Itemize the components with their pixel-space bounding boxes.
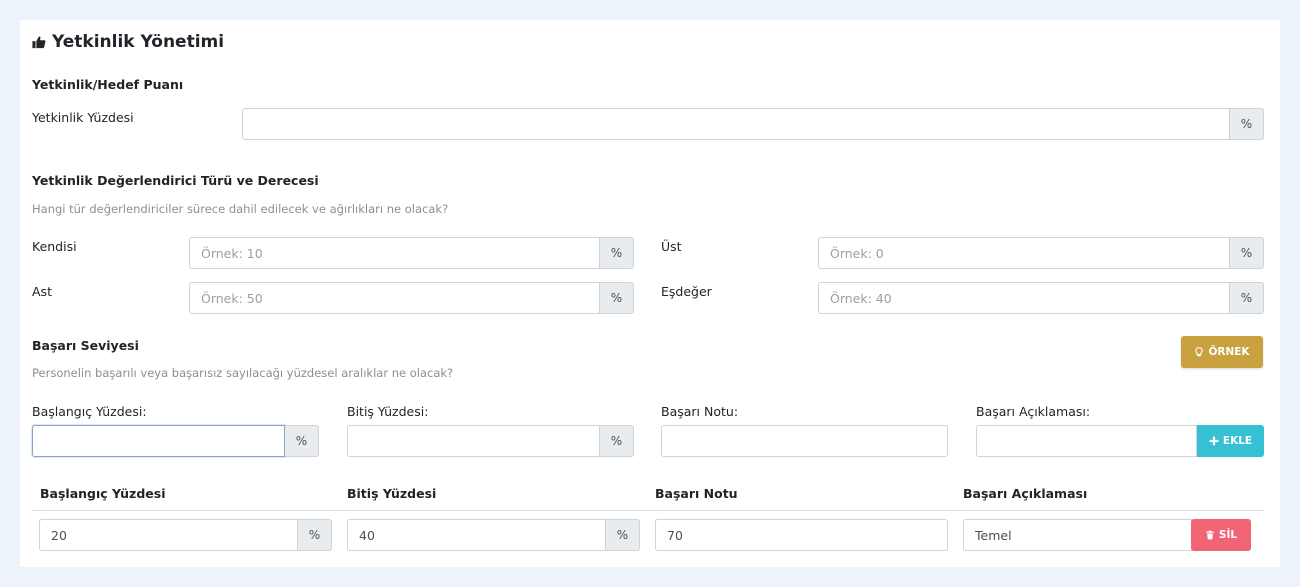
table-row-description-input[interactable] (963, 519, 1192, 551)
percent-addon: % (600, 237, 634, 269)
success-level-section-title: Başarı Seviyesi (32, 338, 139, 353)
competency-percentage-group: % (242, 108, 1264, 140)
success-level-help-text: Personelin başarılı veya başarısız sayıl… (32, 366, 454, 380)
table-header-end: Bitiş Yüzdesi (347, 486, 437, 501)
plus-icon (1209, 436, 1219, 446)
lower-evaluator-group: % (189, 282, 634, 314)
self-evaluator-input[interactable] (189, 237, 600, 269)
lower-evaluator-input[interactable] (189, 282, 600, 314)
competency-percentage-label: Yetkinlik Yüzdesi (32, 110, 134, 125)
competency-score-section-title: Yetkinlik/Hedef Puanı (32, 77, 184, 92)
grade-input[interactable] (661, 425, 948, 457)
table-row-end-input[interactable] (347, 519, 606, 551)
table-row-grade-group (655, 519, 948, 551)
self-evaluator-group: % (189, 237, 634, 269)
upper-evaluator-group: % (818, 237, 1264, 269)
example-button-label: ÖRNEK (1208, 346, 1250, 358)
table-header-start: Başlangıç Yüzdesi (40, 486, 166, 501)
description-input[interactable] (976, 425, 1197, 457)
page-title-text: Yetkinlik Yönetimi (52, 32, 225, 52)
page-title: Yetkinlik Yönetimi (32, 32, 224, 52)
start-percentage-label: Başlangıç Yüzdesi: (32, 404, 147, 419)
competency-percentage-input[interactable] (242, 108, 1230, 140)
table-header-description: Başarı Açıklaması (963, 486, 1088, 501)
table-header-divider (32, 510, 1264, 511)
upper-evaluator-input[interactable] (818, 237, 1230, 269)
table-header-grade: Başarı Notu (655, 486, 738, 501)
add-button[interactable]: EKLE (1197, 425, 1264, 457)
end-percentage-label: Bitiş Yüzdesi: (347, 404, 429, 419)
grade-group (661, 425, 948, 457)
table-row-start-group: % (39, 519, 332, 551)
percent-addon: % (1230, 282, 1264, 314)
delete-button-label: SİL (1218, 529, 1238, 541)
trash-icon (1206, 530, 1214, 540)
table-row-description-group (963, 519, 1192, 551)
peer-evaluator-label: Eşdeğer (661, 284, 712, 299)
grade-label: Başarı Notu: (661, 404, 739, 419)
start-percentage-input[interactable] (32, 425, 285, 457)
percent-addon: % (298, 519, 332, 551)
lower-evaluator-label: Ast (32, 284, 52, 299)
peer-evaluator-input[interactable] (818, 282, 1230, 314)
table-row-grade-input[interactable] (655, 519, 948, 551)
peer-evaluator-group: % (818, 282, 1264, 314)
thumbs-up-icon (32, 36, 46, 49)
end-percentage-group: % (347, 425, 634, 457)
table-row-start-input[interactable] (39, 519, 298, 551)
evaluators-help-text: Hangi tür değerlendiriciler sürece dahil… (32, 202, 449, 216)
description-group: EKLE (976, 425, 1264, 457)
percent-addon: % (600, 282, 634, 314)
percent-addon: % (285, 425, 319, 457)
self-evaluator-label: Kendisi (32, 239, 77, 254)
percent-addon: % (1230, 237, 1264, 269)
percent-addon: % (606, 519, 640, 551)
percent-addon: % (600, 425, 634, 457)
end-percentage-input[interactable] (347, 425, 600, 457)
upper-evaluator-label: Üst (661, 239, 682, 254)
description-label: Başarı Açıklaması: (976, 404, 1091, 419)
competency-card: Yetkinlik Yönetimi Yetkinlik/Hedef Puanı… (20, 20, 1280, 567)
delete-button[interactable]: SİL (1191, 519, 1251, 551)
example-button[interactable]: ÖRNEK (1181, 336, 1263, 368)
lightbulb-icon (1195, 347, 1204, 357)
start-percentage-group: % (32, 425, 319, 457)
table-row-end-group: % (347, 519, 640, 551)
add-button-label: EKLE (1222, 435, 1253, 447)
percent-addon: % (1230, 108, 1264, 140)
evaluators-section-title: Yetkinlik Değerlendirici Türü ve Dereces… (32, 173, 319, 188)
